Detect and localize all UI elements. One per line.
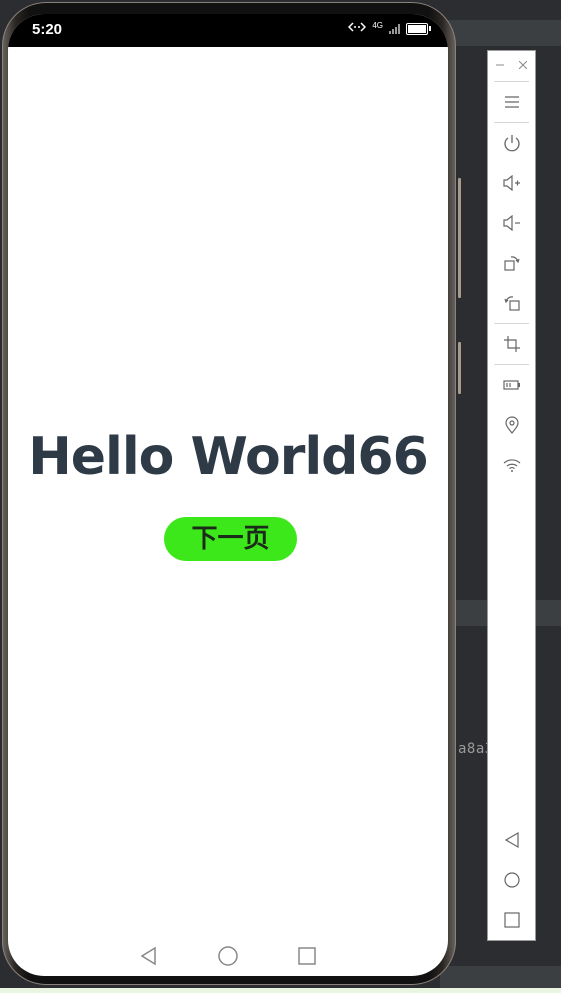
nav-back-icon[interactable]	[139, 946, 159, 966]
power-side-button	[458, 342, 461, 394]
volume-up-button[interactable]	[488, 163, 535, 203]
home-button[interactable]	[488, 860, 535, 900]
rotate-right-icon	[503, 296, 520, 311]
battery-status-icon	[406, 22, 431, 35]
toolbar-nav-group	[488, 820, 535, 940]
close-icon[interactable]	[518, 60, 528, 72]
nav-recents-icon[interactable]	[297, 946, 317, 966]
crop-icon	[503, 336, 520, 352]
back-icon	[504, 831, 519, 849]
app-content: Hello World66 下一页	[8, 47, 448, 976]
back-button[interactable]	[488, 820, 535, 860]
menu-button[interactable]	[488, 82, 535, 122]
power-button[interactable]	[488, 123, 535, 163]
rotate-left-icon	[503, 256, 520, 271]
next-page-button[interactable]: 下一页	[164, 517, 297, 561]
location-icon	[504, 416, 519, 434]
nav-home-icon[interactable]	[217, 945, 239, 967]
data-transfer-icon	[348, 22, 367, 35]
battery-icon	[502, 380, 520, 390]
overview-button[interactable]	[488, 900, 535, 940]
status-icons: 4G	[348, 21, 431, 35]
system-nav-bar	[8, 936, 448, 976]
volume-up-icon	[502, 175, 520, 191]
ide-panel-footer	[440, 966, 561, 990]
toolbar-window-controls	[488, 51, 535, 81]
volume-down-icon	[502, 215, 520, 231]
signal-icon	[389, 23, 400, 34]
emulator-toolbar	[487, 50, 536, 941]
ide-status-strip	[0, 988, 561, 993]
phone-screen: 5:20 4G Hello World66 下一页	[8, 14, 448, 976]
screenshot-button[interactable]	[488, 324, 535, 364]
rotate-right-button[interactable]	[488, 283, 535, 323]
status-bar: 5:20 4G	[8, 14, 448, 47]
wifi-button[interactable]	[488, 445, 535, 485]
rotate-left-button[interactable]	[488, 243, 535, 283]
menu-icon	[504, 96, 519, 108]
network-type-label: 4G	[372, 21, 383, 30]
minimize-icon[interactable]	[496, 60, 504, 72]
wifi-icon	[503, 459, 520, 472]
volume-rocker	[458, 178, 461, 298]
hello-text: Hello World66	[28, 427, 429, 487]
location-button[interactable]	[488, 405, 535, 445]
battery-button[interactable]	[488, 365, 535, 405]
ide-panel-header	[440, 20, 561, 46]
volume-down-button[interactable]	[488, 203, 535, 243]
power-icon	[503, 135, 520, 152]
status-time: 5:20	[32, 21, 63, 38]
overview-icon	[503, 912, 520, 928]
home-icon	[503, 872, 520, 888]
